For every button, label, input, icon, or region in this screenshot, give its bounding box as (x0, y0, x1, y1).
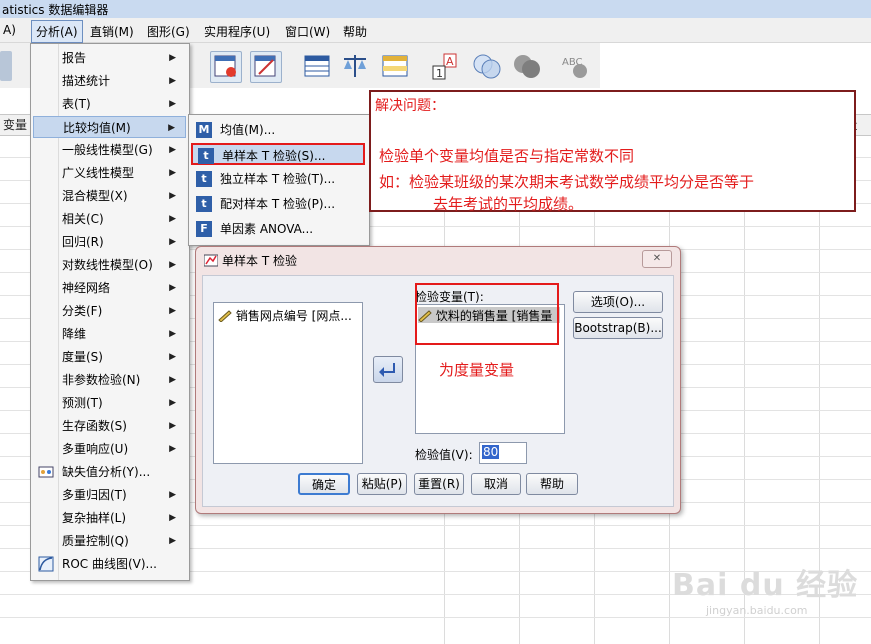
value-labels-icon[interactable]: A1 (430, 51, 460, 81)
t-test-icon: t (196, 171, 212, 187)
annotation-note: 为度量变量 (439, 361, 515, 379)
menu-item-means[interactable]: M 均值(M)... (191, 119, 365, 141)
menu-item-independent-t-test[interactable]: t 独立样本 T 检验(T)... (191, 168, 365, 190)
move-variable-button[interactable] (373, 356, 403, 383)
menu-item-reports[interactable]: 报告 ▶ (33, 47, 186, 69)
paste-button[interactable]: 粘贴(P) (357, 473, 407, 495)
cancel-button[interactable]: 取消 (471, 473, 521, 495)
arrow-left-icon (379, 363, 395, 377)
annotation-heading: 解决问题： (375, 98, 445, 114)
menu-item-loglinear[interactable]: 对数线性模型(O) ▶ (33, 254, 186, 276)
test-value-label: 检验值(V): (415, 448, 473, 462)
menu-item-missing-value-analysis[interactable]: 缺失值分析(Y)... (33, 461, 186, 483)
use-sets-icon[interactable] (472, 51, 502, 81)
menu-item-help[interactable]: 帮助 (340, 22, 370, 41)
menu-item-complex-samples[interactable]: 复杂抽样(L) ▶ (33, 507, 186, 529)
split-file-icon[interactable] (302, 51, 332, 81)
svg-text:A: A (446, 55, 454, 68)
help-button[interactable]: 帮助 (526, 473, 578, 495)
annotation-box: 解决问题： 检验单个变量均值是否与指定常数不同 如：检验某班级的某次期末考试数学… (369, 90, 856, 213)
ok-button[interactable]: 确定 (298, 473, 350, 495)
window-title: atistics 数据编辑器 (2, 3, 109, 17)
toolbar-icon-partial[interactable] (0, 51, 12, 81)
bootstrap-button[interactable]: Bootstrap(B)... (573, 317, 663, 339)
anova-icon: F (196, 221, 212, 237)
t-test-icon: t (196, 196, 212, 212)
weight-cases-icon[interactable] (340, 51, 370, 81)
dialog-body: 销售网点编号 [网点... 检验变量(T): 饮料的销售量 [销售量 为度量变量… (202, 275, 674, 507)
compare-means-submenu: M 均值(M)... t 单样本 T 检验(S)... t 独立样本 T 检验(… (188, 114, 370, 246)
insert-variable-icon[interactable] (250, 51, 282, 83)
menu-item-direct-marketing[interactable]: 直销(M) (87, 22, 137, 41)
menu-item-classify[interactable]: 分类(F) ▶ (33, 300, 186, 322)
test-value-input[interactable]: 80 (479, 442, 527, 464)
options-button[interactable]: 选项(O)... (573, 291, 663, 313)
show-all-variables-icon[interactable] (512, 51, 542, 81)
highlight-box (415, 283, 559, 345)
menu-item-utilities[interactable]: 实用程序(U) (201, 22, 273, 41)
menu-bar: A) 分析(A) 直销(M) 图形(G) 实用程序(U) 窗口(W) 帮助 (0, 18, 871, 43)
menu-item-one-sample-t-test[interactable]: t 单样本 T 检验(S)... (191, 143, 365, 165)
scale-variable-icon (218, 310, 232, 323)
means-icon: M (196, 122, 212, 138)
annotation-line: 检验单个变量均值是否与指定常数不同 (379, 147, 635, 165)
svg-text:1: 1 (436, 67, 443, 80)
menu-item-survival[interactable]: 生存函数(S) ▶ (33, 415, 186, 437)
watermark-url: jingyan.baidu.com (706, 604, 808, 617)
menu-item-multiple-response[interactable]: 多重响应(U) ▶ (33, 438, 186, 460)
reset-button[interactable]: 重置(R) (414, 473, 464, 495)
menu-item-nonparametric-tests[interactable]: 非参数检验(N) ▶ (33, 369, 186, 391)
title-bar: atistics 数据编辑器 (0, 0, 871, 19)
source-variable-list[interactable]: 销售网点编号 [网点... (213, 302, 363, 464)
menu-item-dimension-reduction[interactable]: 降维 ▶ (33, 323, 186, 345)
annotation-line: 如：检验某班级的某次期末考试数学成绩平均分是否等于 (379, 173, 755, 191)
menu-item-paired-t-test[interactable]: t 配对样本 T 检验(P)... (191, 193, 365, 215)
spell-check-icon[interactable]: ABC (560, 51, 590, 81)
menu-item-compare-means[interactable]: 比较均值(M) ▶ (33, 116, 186, 138)
menu-item-forecasting[interactable]: 预测(T) ▶ (33, 392, 186, 414)
menu-item-correlate[interactable]: 相关(C) ▶ (33, 208, 186, 230)
one-sample-t-test-dialog: 单样本 T 检验 ✕ 销售网点编号 [网点... 检验变量(T): 饮料的销售量… (195, 246, 681, 514)
annotation-line: 去年考试的平均成绩。 (433, 195, 584, 213)
menu-item-prev[interactable]: A) (0, 22, 19, 38)
baidu-watermark: Bai du 经验 (672, 568, 859, 603)
roc-curve-icon (38, 556, 54, 572)
menu-item-roc-curve[interactable]: ROC 曲线图(V)... (33, 553, 186, 575)
menu-item-window[interactable]: 窗口(W) (282, 22, 333, 41)
menu-item-mixed-models[interactable]: 混合模型(X) ▶ (33, 185, 186, 207)
column-header-partial: 变量 (0, 114, 31, 136)
menu-item-multiple-imputation[interactable]: 多重归因(T) ▶ (33, 484, 186, 506)
menu-item-general-linear-model[interactable]: 一般线性模型(G) ▶ (33, 139, 186, 161)
menu-item-neural-networks[interactable]: 神经网络 ▶ (33, 277, 186, 299)
menu-item-one-way-anova[interactable]: F 单因素 ANOVA... (191, 218, 365, 240)
menu-item-graphs[interactable]: 图形(G) (144, 22, 193, 41)
menu-item-descriptive-statistics[interactable]: 描述统计 ▶ (33, 70, 186, 92)
grid-line (0, 617, 871, 618)
menu-item-analyze[interactable]: 分析(A) (31, 20, 83, 43)
close-icon[interactable]: ✕ (642, 250, 672, 268)
menu-item-tables[interactable]: 表(T) ▶ (33, 93, 186, 115)
dialog-title: 单样本 T 检验 (222, 254, 297, 268)
menu-item-quality-control[interactable]: 质量控制(Q) ▶ (33, 530, 186, 552)
select-cases-icon[interactable] (380, 51, 410, 81)
insert-cases-icon[interactable] (210, 51, 242, 83)
menu-item-generalized-linear-models[interactable]: 广义线性模型 ▶ (33, 162, 186, 184)
missing-value-icon (38, 464, 54, 480)
t-test-icon: t (198, 148, 214, 164)
spss-dialog-icon (203, 253, 219, 267)
menu-item-scale[interactable]: 度量(S) ▶ (33, 346, 186, 368)
analyze-menu: 报告 ▶ 描述统计 ▶ 表(T) ▶ 比较均值(M) ▶ 一般线性模型(G) ▶ 广义线性… (30, 43, 190, 581)
menu-item-regression[interactable]: 回归(R) ▶ (33, 231, 186, 253)
list-item[interactable]: 销售网点编号 [网点... (218, 307, 352, 324)
